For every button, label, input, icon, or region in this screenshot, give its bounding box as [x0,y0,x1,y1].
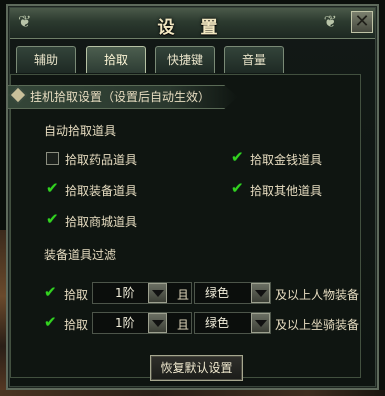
section-title: 挂机拾取设置（设置后自动生效） [30,90,211,104]
option-label: 拾取药品道具 [65,153,138,167]
option-label: 拾取金钱道具 [250,153,323,167]
chevron-down-icon[interactable] [251,283,270,303]
filter-prefix: 拾取 [64,318,89,332]
tab-assist[interactable]: 辅助 [16,46,76,73]
chevron-down-icon[interactable] [148,283,167,303]
chevron-down-icon[interactable] [251,313,270,333]
tab-pickup[interactable]: 拾取 [86,46,146,73]
checkbox-filter-mount[interactable] [44,313,57,331]
filter-conjunction: 且 [177,318,190,332]
filter-suffix: 及以上坐骑装备 [275,318,360,332]
equip-filter-label: 装备道具过滤 [44,248,117,262]
filter-suffix: 及以上人物装备 [275,288,360,302]
filter-prefix: 拾取 [64,288,89,302]
option-label: 拾取其他道具 [250,184,323,198]
option-label: 拾取商城道具 [65,215,138,229]
checkbox-filter-character[interactable] [44,283,57,301]
title-ornament-right-icon: ❦ [323,12,337,31]
tab-hotkeys[interactable]: 快捷键 [155,46,215,73]
option-label: 拾取装备道具 [65,184,138,198]
chevron-down-icon[interactable] [148,313,167,333]
checkbox-pickup-gold[interactable] [231,148,244,166]
checkbox-pickup-potions[interactable] [46,152,59,165]
checkbox-pickup-mall[interactable] [46,210,59,228]
auto-pickup-label: 自动拾取道具 [44,124,117,138]
checkbox-pickup-other[interactable] [231,179,244,197]
close-button[interactable]: ✕ [351,11,373,33]
title-bar[interactable]: ❦ 设 置 ❦ ✕ [10,8,375,39]
tab-volume[interactable]: 音量 [224,46,284,73]
checkbox-pickup-equipment[interactable] [46,179,59,197]
filter-conjunction: 且 [177,288,190,302]
game-scene-background-bottom [0,390,385,396]
window-title: 设 置 [157,18,228,38]
reset-defaults-button[interactable]: 恢复默认设置 [150,355,243,381]
